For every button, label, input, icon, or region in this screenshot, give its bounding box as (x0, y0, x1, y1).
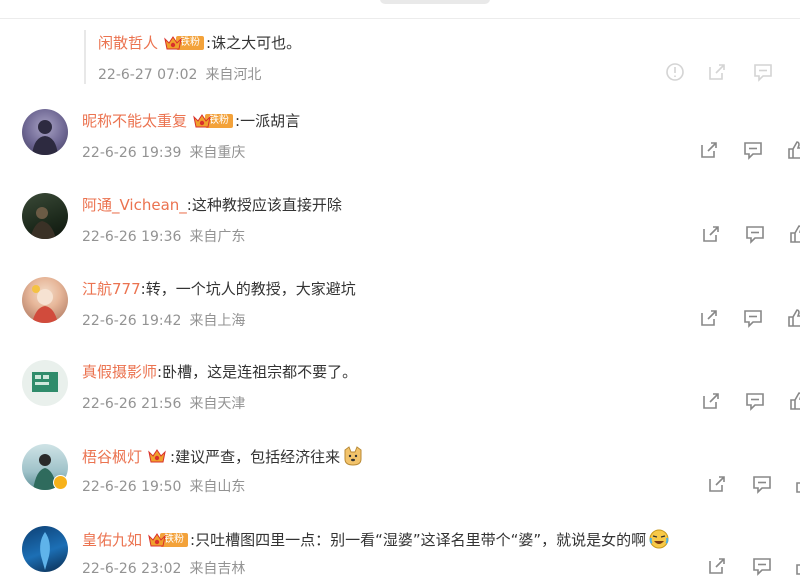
reply-actions (0, 61, 800, 83)
crown-icon (148, 449, 166, 463)
share-icon[interactable] (698, 139, 720, 161)
comment-username[interactable]: 梧谷枫灯 (82, 448, 142, 466)
top-bar (0, 0, 800, 19)
comment-text: :卧槽，这是连祖宗都不要了。 (157, 363, 358, 381)
comment-icon[interactable] (742, 307, 764, 329)
comment-content: 梧谷枫灯 :建议严查，包括经济往来 (82, 445, 364, 467)
thumbs-up-icon[interactable] (794, 555, 800, 577)
reply-username[interactable]: 闲散哲人 (98, 34, 158, 52)
fan-badge: 铁粉 (148, 532, 189, 548)
comment-item: 梧谷枫灯:建议严查，包括经济往来 22-6-26 19:50 来自山东 (0, 440, 800, 524)
comment-actions (0, 390, 800, 412)
crown-icon (148, 533, 166, 547)
share-icon[interactable] (700, 223, 722, 245)
crown-icon (193, 114, 211, 128)
reply-content: 闲散哲人 铁粉:诛之大可也。 (98, 33, 301, 53)
comment-content: 阿通_Vichean_:这种教授应该直接开除 (82, 195, 342, 215)
comment-icon[interactable] (744, 223, 766, 245)
share-icon[interactable] (700, 390, 722, 412)
doge-emoji-icon (344, 446, 362, 466)
comment-icon[interactable] (751, 555, 773, 577)
comment-actions (0, 223, 800, 245)
comment-item: 阿通_Vichean_:这种教授应该直接开除 22-6-26 19:36 来自广东 (0, 189, 800, 273)
comment-item: 昵称不能太重复 铁粉:一派胡言 22-6-26 19:39 来自重庆 (0, 105, 800, 189)
comment-content: 江航777:转，一个坑人的教授，大家避坑 (82, 279, 356, 299)
comment-content: 真假摄影师:卧槽，这是连祖宗都不要了。 (82, 362, 357, 382)
comment-actions (0, 307, 800, 329)
comment-item: 皇佑九如 铁粉:只吐槽图四里一点：别一看“湿婆”这译名里带个“婆”，就说是女的啊 … (0, 524, 800, 577)
comment-text: :这种教授应该直接开除 (186, 196, 342, 214)
share-icon[interactable] (706, 473, 728, 495)
fan-badge: 铁粉 (193, 113, 234, 129)
comment-item: 江航777:转，一个坑人的教授，大家避坑 22-6-26 19:42 来自上海 (0, 273, 800, 357)
comment-icon[interactable] (742, 139, 764, 161)
share-icon[interactable] (706, 555, 728, 577)
comment-actions (0, 139, 800, 161)
report-icon[interactable] (664, 61, 686, 83)
thumbs-up-icon[interactable] (794, 473, 800, 495)
comment-username[interactable]: 昵称不能太重复 (82, 112, 187, 130)
comment-icon[interactable] (752, 61, 774, 83)
comment-username[interactable]: 真假摄影师 (82, 363, 157, 381)
share-icon[interactable] (706, 61, 728, 83)
comment-username[interactable]: 江航777 (82, 280, 141, 298)
thumbs-up-icon[interactable] (786, 307, 800, 329)
comment-content: 皇佑九如 铁粉:只吐槽图四里一点：别一看“湿婆”这译名里带个“婆”，就说是女的啊 (82, 528, 670, 550)
crown-icon (164, 36, 182, 50)
comment-actions (0, 473, 800, 495)
comment-actions (0, 555, 800, 577)
comment-username[interactable]: 皇佑九如 (82, 531, 142, 549)
comment-item: 真假摄影师:卧槽，这是连祖宗都不要了。 22-6-26 21:56 来自天津 (0, 356, 800, 440)
comment-text: :转，一个坑人的教授，大家避坑 (140, 280, 356, 298)
comment-content: 昵称不能太重复 铁粉:一派胡言 (82, 111, 300, 131)
laughing-crying-emoji-icon (649, 529, 669, 549)
thumbs-up-icon[interactable] (788, 223, 800, 245)
reply-text: :诛之大可也。 (206, 34, 302, 52)
top-bar-remnant (380, 0, 490, 4)
comment-icon[interactable] (744, 390, 766, 412)
share-icon[interactable] (698, 307, 720, 329)
thumbs-up-icon[interactable] (786, 139, 800, 161)
comment-username[interactable]: 阿通_Vichean_ (82, 196, 187, 214)
fan-badge: 铁粉 (164, 35, 205, 51)
comment-text: :一派胡言 (235, 112, 301, 130)
comment-text: :只吐槽图四里一点：别一看“湿婆”这译名里带个“婆”，就说是女的啊 (190, 531, 647, 549)
crown-badge (148, 448, 168, 464)
comment-text: :建议严查，包括经济往来 (170, 448, 341, 466)
thumbs-up-icon[interactable] (788, 390, 800, 412)
comment-icon[interactable] (751, 473, 773, 495)
